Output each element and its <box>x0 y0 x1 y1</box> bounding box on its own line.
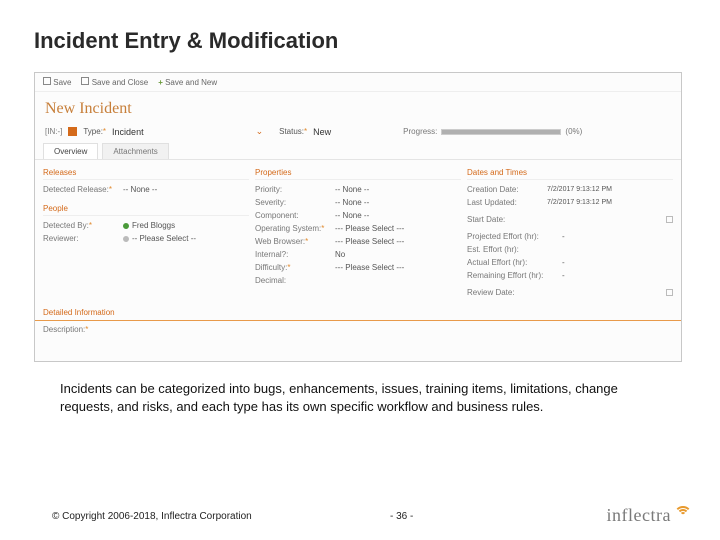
detected-release-dropdown[interactable]: -- None -- <box>123 183 249 196</box>
save-new-button[interactable]: + Save and New <box>158 78 217 87</box>
actual-effort-label: Actual Effort (hr): <box>467 256 562 269</box>
priority-label: Priority: <box>255 183 335 196</box>
status-value: New <box>313 127 331 137</box>
start-date-label: Start Date: <box>467 213 547 226</box>
priority-dropdown[interactable]: -- None -- <box>335 183 461 196</box>
severity-dropdown[interactable]: -- None -- <box>335 196 461 209</box>
page-heading: New Incident <box>35 92 681 122</box>
component-label: Component: <box>255 209 335 222</box>
section-people: People <box>43 202 249 216</box>
reviewer-label: Reviewer: <box>43 232 123 245</box>
detected-by-dropdown[interactable]: Fred Bloggs <box>123 219 249 232</box>
browser-label: Web Browser:* <box>255 235 335 248</box>
save-label: Save <box>53 78 71 87</box>
progress-label: Progress: <box>403 127 437 136</box>
section-properties: Properties <box>255 166 461 180</box>
form-grid: Releases Detected Release:*-- None -- Pe… <box>35 160 681 303</box>
actual-effort-value: - <box>562 256 673 269</box>
brand-logo: inflectra <box>607 505 692 526</box>
status-label: Status:* <box>279 127 307 136</box>
decimal-label: Decimal: <box>255 274 335 287</box>
save-new-label: Save and New <box>165 78 217 87</box>
section-releases: Releases <box>43 166 249 180</box>
section-detailed: Detailed Information <box>35 305 681 321</box>
user-empty-icon <box>123 236 129 242</box>
user-active-icon <box>123 223 129 229</box>
save-close-label: Save and Close <box>92 78 148 87</box>
component-dropdown[interactable]: -- None -- <box>335 209 461 222</box>
internal-label: Internal?: <box>255 248 335 261</box>
page-number: - 36 - <box>390 511 413 522</box>
creation-date-label: Creation Date: <box>467 183 547 196</box>
review-date-label: Review Date: <box>467 286 547 299</box>
remaining-effort-label: Remaining Effort (hr): <box>467 269 562 282</box>
os-dropdown[interactable]: --- Please Select --- <box>335 222 461 235</box>
tabs: Overview Attachments <box>35 143 681 160</box>
calendar-icon[interactable] <box>666 216 673 223</box>
tab-overview[interactable]: Overview <box>43 143 98 159</box>
calendar-icon[interactable] <box>666 289 673 296</box>
projected-effort-value: - <box>562 230 673 243</box>
form-header: [IN:-] Type:* Incident ⌄ Status:* New Pr… <box>35 122 681 143</box>
app-screenshot: Save Save and Close + Save and New New I… <box>34 72 682 362</box>
projected-effort-label: Projected Effort (hr): <box>467 230 562 243</box>
slide-body-text: Incidents can be categorized into bugs, … <box>60 380 620 415</box>
save-button[interactable]: Save <box>43 77 71 87</box>
last-updated-label: Last Updated: <box>467 196 547 209</box>
internal-dropdown[interactable]: No <box>335 248 461 261</box>
description-label: Description:* <box>35 321 681 338</box>
brand-mark-icon <box>674 506 692 526</box>
brand-text: inflectra <box>607 505 671 526</box>
type-icon <box>68 127 77 136</box>
save-close-button[interactable]: Save and Close <box>81 77 148 87</box>
col-mid: Properties Priority:-- None -- Severity:… <box>255 166 461 299</box>
col-right: Dates and Times Creation Date:7/2/2017 9… <box>467 166 673 299</box>
detected-release-label: Detected Release:* <box>43 183 123 196</box>
severity-label: Severity: <box>255 196 335 209</box>
incident-id: [IN:-] <box>45 127 62 136</box>
progress-bar <box>441 129 561 135</box>
type-label: Type:* <box>83 127 106 136</box>
col-left: Releases Detected Release:*-- None -- Pe… <box>43 166 249 299</box>
est-effort-label: Est. Effort (hr): <box>467 243 562 256</box>
chevron-down-icon[interactable]: ⌄ <box>256 126 264 137</box>
plus-icon: + <box>158 78 163 87</box>
remaining-effort-value: - <box>562 269 673 282</box>
tab-attachments[interactable]: Attachments <box>102 143 168 159</box>
section-dates: Dates and Times <box>467 166 673 180</box>
difficulty-dropdown[interactable]: --- Please Select --- <box>335 261 461 274</box>
difficulty-label: Difficulty:* <box>255 261 335 274</box>
review-date-input[interactable] <box>547 289 673 296</box>
save-icon <box>81 77 89 85</box>
os-label: Operating System:* <box>255 222 335 235</box>
browser-dropdown[interactable]: --- Please Select --- <box>335 235 461 248</box>
toolbar: Save Save and Close + Save and New <box>35 73 681 92</box>
last-updated-value: 7/2/2017 9:13:12 PM <box>547 196 673 209</box>
slide-title: Incident Entry & Modification <box>34 28 338 54</box>
progress-value: (0%) <box>565 127 582 136</box>
copyright: © Copyright 2006-2018, Inflectra Corpora… <box>52 511 252 522</box>
reviewer-dropdown[interactable]: -- Please Select -- <box>123 232 249 245</box>
type-dropdown[interactable]: Incident <box>112 127 144 137</box>
save-icon <box>43 77 51 85</box>
creation-date-value: 7/2/2017 9:13:12 PM <box>547 183 673 196</box>
detected-by-label: Detected By:* <box>43 219 123 232</box>
start-date-input[interactable] <box>547 216 673 223</box>
